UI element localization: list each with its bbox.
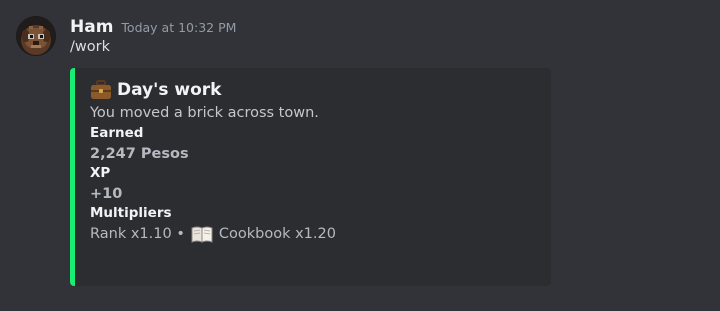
- open-book-icon: [191, 226, 213, 243]
- timestamp[interactable]: Today at 10:32 PM: [121, 17, 236, 39]
- embed-title-text: Day's work: [117, 80, 222, 100]
- briefcase-icon: [91, 80, 111, 99]
- embed-description: You moved a brick across town.: [90, 105, 319, 121]
- field-multipliers-value: Rank x1.10 • Cookbook x1.20: [90, 224, 336, 244]
- field-multipliers-name: Multipliers: [90, 205, 172, 221]
- message-content: /work: [70, 39, 110, 55]
- embed: Day's work You moved a brick across town…: [70, 68, 551, 286]
- embed-title: Day's work: [90, 79, 221, 101]
- multiplier-cookbook: Cookbook x1.20: [218, 226, 336, 242]
- field-earned-name: Earned: [90, 125, 144, 141]
- multiplier-rank: Rank x1.10 •: [90, 226, 185, 242]
- field-earned-value: 2,247 Pesos: [90, 146, 189, 162]
- field-xp-name: XP: [90, 165, 111, 181]
- username[interactable]: Ham: [70, 16, 113, 38]
- message: Ham Today at 10:32 PM /work Day's work Y…: [0, 0, 720, 311]
- avatar[interactable]: [16, 16, 56, 56]
- message-header: Ham Today at 10:32 PM: [70, 16, 236, 38]
- pixel-dog-avatar-icon: [16, 16, 56, 56]
- field-xp-value: +10: [90, 186, 123, 202]
- embed-accent-bar: [70, 68, 75, 286]
- chat-area: Ham Today at 10:32 PM /work Day's work Y…: [0, 0, 720, 311]
